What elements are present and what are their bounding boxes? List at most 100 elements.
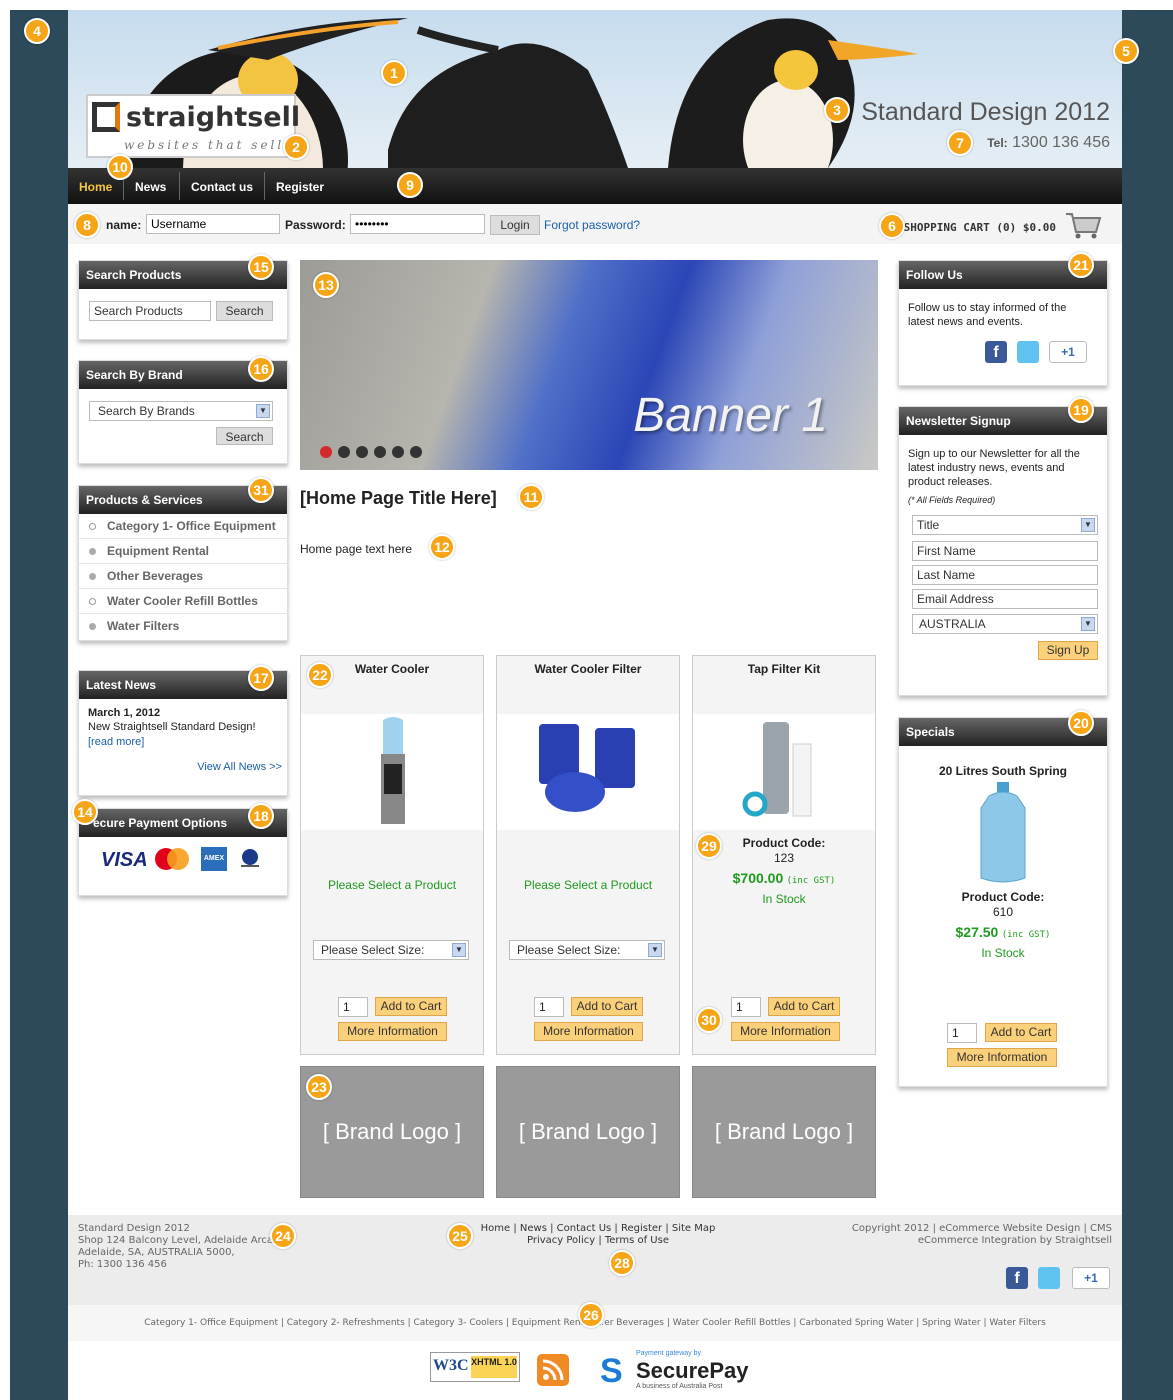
title-select[interactable]: Title ▼ [912,515,1098,535]
twitter-icon[interactable] [1038,1267,1060,1289]
add-to-cart-button[interactable]: Add to Cart [768,997,840,1016]
required-note: (* All Fields Required) [908,495,996,505]
nav-home[interactable]: Home [79,180,112,194]
annotation-badge: 13 [313,272,339,298]
specials-box: Specials 20 Litres South Spring Product … [898,717,1108,1087]
banner-slider[interactable]: Banner 1 [300,260,878,470]
login-button[interactable]: Login [490,215,540,235]
footer-nav-links[interactable]: Home | News | Contact Us | Register | Si… [448,1223,748,1235]
annotation-badge: 16 [248,356,274,382]
address-line: Standard Design 2012 [78,1223,190,1234]
slide-dot[interactable] [392,446,404,458]
country-select-value: AUSTRALIA [919,617,986,631]
w3c-mark-icon: W3C [433,1357,469,1374]
country-select[interactable]: AUSTRALIA ▼ [912,614,1098,634]
forgot-password-link[interactable]: Forgot password? [544,218,640,232]
annotation-badge: 12 [429,534,455,560]
brand-logo[interactable]: [ Brand Logo ] [692,1066,876,1198]
product-name[interactable]: Water Cooler Filter [497,662,679,676]
quantity-input[interactable]: 1 [338,997,368,1017]
first-name-input[interactable]: First Name [912,541,1098,561]
category-item[interactable]: Water Cooler Refill Bottles [79,589,289,614]
nav-news[interactable]: News [135,180,166,194]
circle-bullet-icon [89,598,96,605]
special-price: $27.50 [955,924,999,940]
product-image[interactable] [497,714,679,830]
quantity-input[interactable]: 1 [534,997,564,1017]
securepay-logo[interactable]: S Payment gateway by SecurePay A busines… [600,1348,750,1392]
more-info-button[interactable]: More Information [731,1022,840,1041]
category-item[interactable]: Water Filters [79,614,289,639]
gst-note: (inc GST) [1001,930,1051,940]
add-to-cart-button[interactable]: Add to Cart [985,1023,1057,1042]
chevron-down-icon: ▼ [1081,617,1095,631]
brand-select[interactable]: Search By Brands ▼ [89,401,273,421]
annotation-badge: 7 [947,130,973,156]
google-plus-icon[interactable]: +1 [1049,341,1087,363]
quantity-input[interactable]: 1 [731,997,761,1017]
size-select[interactable]: Please Select Size: ▼ [509,940,665,960]
read-more-link[interactable]: [read more] [88,736,144,748]
w3c-xhtml-badge[interactable]: W3C XHTML 1.0 [430,1352,520,1382]
product-code-label: Product Code: [961,890,1045,904]
gst-note: (inc GST) [786,876,836,886]
nav-contact[interactable]: Contact us [191,180,253,194]
annotation-badge: 6 [879,213,905,239]
annotation-badge: 22 [307,662,333,688]
slide-dot[interactable] [320,446,332,458]
last-name-input[interactable]: Last Name [912,565,1098,585]
search-products-input[interactable]: Search Products [89,301,211,321]
cart-icon[interactable] [1064,208,1102,240]
slide-dot[interactable] [410,446,422,458]
product-name[interactable]: Tap Filter Kit [693,662,875,676]
slide-dot[interactable] [338,446,350,458]
left-margin-background [10,10,68,1400]
more-info-button[interactable]: More Information [534,1022,643,1041]
address-line: Shop 124 Balcony Level, Adelaide Arcade, [78,1235,289,1246]
facebook-icon[interactable]: f [1006,1267,1028,1289]
product-card: Water Cooler Filter Please Select a Prod… [496,655,680,1055]
address-line: Ph: 1300 136 456 [78,1259,167,1270]
category-item[interactable]: Other Beverages [79,564,289,589]
google-plus-icon[interactable]: +1 [1072,1267,1110,1289]
view-all-news-link[interactable]: View All News >> [197,761,282,773]
username-input[interactable] [146,214,280,234]
rss-icon[interactable] [537,1354,569,1386]
size-select[interactable]: Please Select Size: ▼ [313,940,469,960]
add-to-cart-button[interactable]: Add to Cart [571,997,643,1016]
logo-tagline: websites that sell [124,138,285,152]
slide-dot[interactable] [356,446,368,458]
search-brand-button[interactable]: Search [216,427,273,445]
add-to-cart-button[interactable]: Add to Cart [375,997,447,1016]
annotation-badge: 24 [270,1223,296,1249]
footer-policy-links[interactable]: Privacy Policy | Terms of Use [448,1235,748,1247]
category-item[interactable]: Category 1- Office Equipment [79,514,289,539]
product-code: 610 [992,905,1014,919]
sign-up-button[interactable]: Sign Up [1038,641,1098,660]
category-item[interactable]: Equipment Rental [79,539,289,564]
brand-logo[interactable]: [ Brand Logo ] [496,1066,680,1198]
facebook-icon[interactable]: f [985,341,1007,363]
stock-status: In Stock [762,892,806,906]
nav-divider [179,172,180,200]
more-info-button[interactable]: More Information [338,1022,447,1041]
footer-links: Home | News | Contact Us | Register | Si… [448,1223,748,1247]
more-info-button[interactable]: More Information [947,1048,1057,1067]
login-bar: name: Password: Login Forgot password? S… [68,204,1122,244]
shopping-cart-summary[interactable]: SHOPPING CART (0) $0.00 [904,221,1056,234]
email-input[interactable]: Email Address [912,589,1098,609]
water-bottle-image[interactable] [973,782,1033,884]
special-product-name[interactable]: 20 Litres South Spring [899,764,1107,778]
nav-register[interactable]: Register [276,180,324,194]
dot-bullet-icon [89,623,96,630]
password-input[interactable] [350,214,485,234]
search-products-button[interactable]: Search [216,301,273,321]
slide-dot[interactable] [374,446,386,458]
newsletter-text: Sign up to our Newsletter for all the la… [908,448,1080,488]
product-image[interactable] [301,714,483,830]
category-label: Water Filters [107,619,180,633]
twitter-icon[interactable] [1017,341,1039,363]
site-logo[interactable]: straightsell websites that sell [86,94,300,158]
product-image[interactable] [693,714,875,830]
quantity-input[interactable]: 1 [947,1023,977,1043]
